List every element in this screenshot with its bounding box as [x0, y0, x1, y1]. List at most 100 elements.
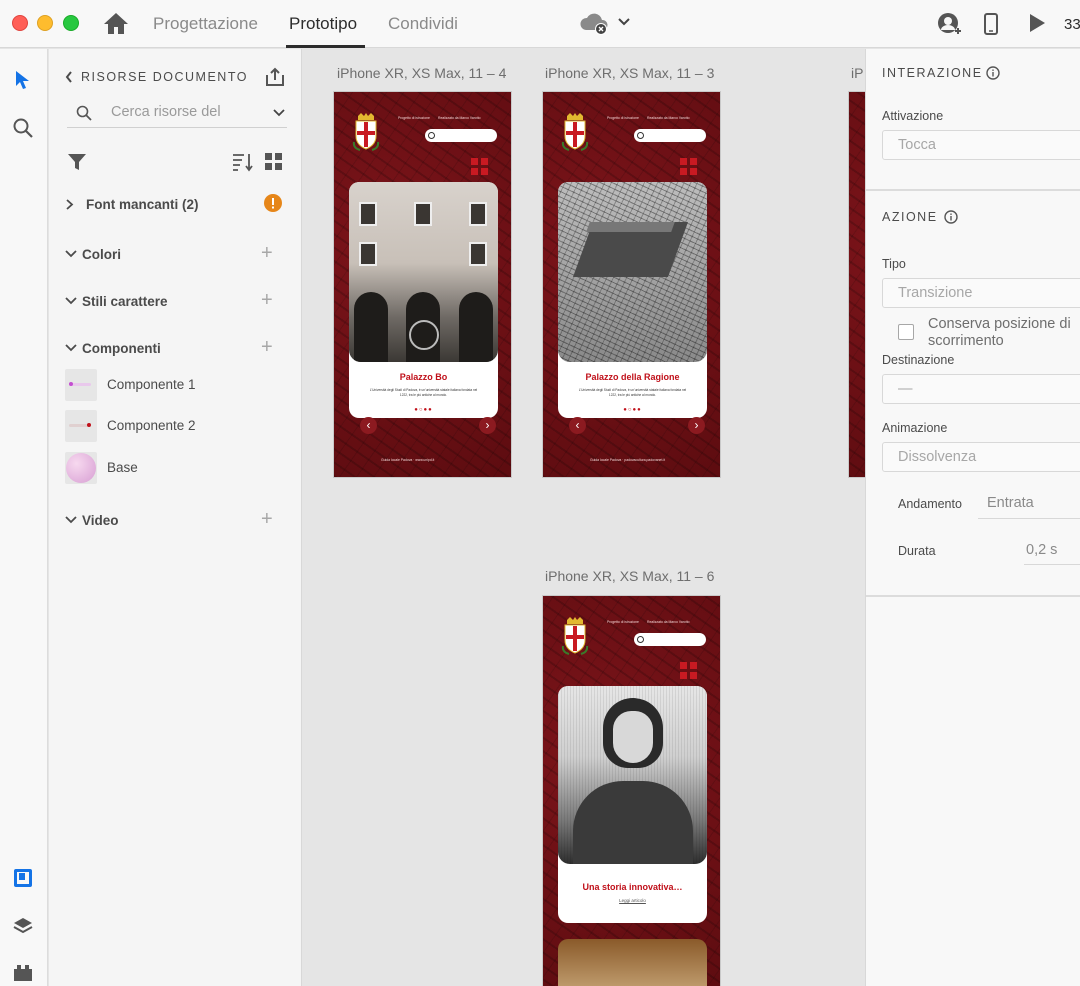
type-dropdown[interactable]: Transizione	[882, 278, 1080, 308]
home-icon[interactable]	[103, 11, 129, 35]
artboard-title[interactable]: iPhone XR, XS Max, 11 – 4	[337, 65, 506, 81]
photo-palazzo-ragione	[558, 182, 707, 362]
chevron-down-icon[interactable]	[273, 108, 285, 118]
document-assets-icon[interactable]	[12, 867, 34, 889]
card-text: L'Università degli Studi di Padova, è un…	[578, 388, 687, 397]
duration-input[interactable]: 0,2 s	[1026, 542, 1057, 558]
artboard-iphone-6[interactable]: Progetto di istruzione Realizzato da Mar…	[542, 595, 721, 986]
add-video-icon[interactable]: +	[261, 509, 273, 529]
minimize-window-button[interactable]	[37, 15, 53, 31]
info-icon[interactable]	[986, 66, 1000, 80]
animation-label: Animazione	[882, 421, 948, 435]
easing-label: Andamento	[898, 497, 962, 511]
colors-label: Colori	[82, 247, 121, 262]
destination-dropdown[interactable]: —	[882, 374, 1080, 404]
tab-condividi[interactable]: Condividi	[388, 14, 458, 34]
missing-fonts-label: Font mancanti (2)	[86, 197, 199, 212]
chevron-down-icon	[65, 344, 77, 352]
chevron-right-icon	[66, 199, 74, 210]
card-title: Una storia innovativa…	[582, 882, 683, 892]
destination-label: Destinazione	[882, 353, 955, 367]
search-icon	[76, 105, 92, 121]
layers-icon[interactable]	[12, 915, 34, 937]
header-text: Progetto di istruzione	[607, 620, 639, 624]
artboard-title-partial[interactable]: iP	[851, 65, 863, 81]
design-canvas[interactable]: iPhone XR, XS Max, 11 – 4 Progetto di is…	[302, 49, 865, 986]
photo-palazzo-bo	[349, 182, 498, 362]
chevron-down-icon	[65, 516, 77, 524]
sort-icon[interactable]	[232, 152, 254, 172]
cloud-offline-icon[interactable]	[578, 12, 612, 36]
chevron-down-icon[interactable]	[617, 16, 631, 28]
flag-icon	[680, 158, 697, 175]
component-label: Componente 1	[107, 377, 196, 392]
duration-underline	[1024, 564, 1080, 565]
next-arrow-icon: ›	[479, 417, 496, 434]
device-preview-icon[interactable]	[983, 12, 999, 36]
plugins-icon[interactable]	[12, 961, 34, 983]
zoom-value[interactable]: 33	[1064, 16, 1080, 33]
next-arrow-icon: ›	[688, 417, 705, 434]
footer-text: Guida locale Padova · www.unipd.it	[381, 458, 435, 462]
maximize-window-button[interactable]	[63, 15, 79, 31]
action-title: AZIONE	[882, 210, 938, 224]
easing-dropdown[interactable]: Entrata	[987, 495, 1034, 511]
card-title: Palazzo della Ragione	[585, 372, 680, 382]
artboard-card: Palazzo Bo L'Università degli Studi di P…	[349, 182, 498, 418]
component-thumbnail	[65, 369, 97, 401]
trigger-dropdown[interactable]: Tocca	[882, 130, 1080, 160]
chevron-down-icon	[65, 250, 77, 258]
padova-crest-icon	[561, 113, 589, 151]
play-icon[interactable]	[1028, 12, 1046, 34]
duration-label: Durata	[898, 544, 936, 558]
add-color-icon[interactable]: +	[261, 243, 273, 263]
back-chevron-icon[interactable]	[64, 70, 74, 84]
header-text: Realizzato da Marco Varotto	[438, 116, 481, 120]
tab-prototipo[interactable]: Prototipo	[289, 14, 357, 34]
prev-arrow-icon: ‹	[569, 417, 586, 434]
header-text: Realizzato da Marco Varotto	[647, 116, 690, 120]
footer-text: Guida locale Padova · padovacultura.pado…	[590, 458, 666, 462]
pagination-dots: ●○●●	[414, 407, 433, 413]
close-window-button[interactable]	[12, 15, 28, 31]
artboard-partial[interactable]	[848, 91, 865, 478]
video-label: Video	[82, 513, 119, 528]
divider	[866, 189, 1080, 191]
artboard-iphone-4[interactable]: Progetto di istruzione Realizzato da Mar…	[333, 91, 512, 478]
tab-progettazione[interactable]: Progettazione	[153, 14, 258, 34]
keep-scroll-checkbox[interactable]	[898, 324, 914, 340]
type-label: Tipo	[882, 257, 906, 271]
filter-icon[interactable]	[67, 153, 87, 171]
select-tool-icon[interactable]	[12, 69, 32, 91]
keep-scroll-label: Conserva posizione di scorrimento	[928, 316, 1071, 349]
flag-icon	[471, 158, 488, 175]
padova-crest-icon	[561, 617, 589, 655]
header-text: Progetto di istruzione	[398, 116, 430, 120]
assets-title: RISORSE DOCUMENTO	[81, 70, 248, 84]
prev-arrow-icon: ‹	[360, 417, 377, 434]
mini-search-bar	[425, 129, 497, 142]
add-component-icon[interactable]: +	[261, 337, 273, 357]
add-character-style-icon[interactable]: +	[261, 290, 273, 310]
components-label: Componenti	[82, 341, 161, 356]
artboard-iphone-3[interactable]: Progetto di istruzione Realizzato da Mar…	[542, 91, 721, 478]
chevron-down-icon	[65, 297, 77, 305]
grid-view-icon[interactable]	[265, 153, 282, 170]
assets-search-input[interactable]	[111, 104, 261, 120]
artboard-title[interactable]: iPhone XR, XS Max, 11 – 6	[545, 568, 714, 584]
header-text: Progetto di istruzione	[607, 116, 639, 120]
header-text: Realizzato da Marco Varotto	[647, 620, 690, 624]
character-styles-label: Stili carattere	[82, 294, 168, 309]
animation-dropdown[interactable]: Dissolvenza	[882, 442, 1080, 472]
card-title: Palazzo Bo	[399, 372, 448, 382]
photo-portrait	[558, 686, 707, 864]
padova-crest-icon	[352, 113, 380, 151]
share-icon[interactable]	[264, 66, 286, 88]
user-invite-icon[interactable]	[937, 12, 961, 36]
artboard-title[interactable]: iPhone XR, XS Max, 11 – 3	[545, 65, 714, 81]
info-icon[interactable]	[944, 210, 958, 224]
warning-icon[interactable]	[264, 194, 282, 212]
prototype-properties-panel: INTERAZIONE Attivazione Tocca AZIONE Tip…	[865, 49, 1080, 986]
zoom-tool-icon[interactable]	[12, 117, 34, 139]
active-tab-indicator	[286, 45, 365, 48]
